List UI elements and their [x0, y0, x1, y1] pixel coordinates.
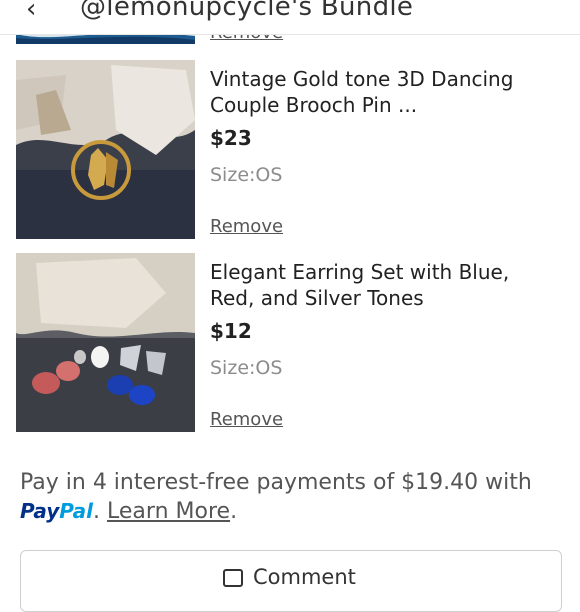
paypal-logo: PayPal	[20, 499, 94, 523]
learn-more-link[interactable]: Learn More	[107, 499, 230, 524]
paypal-installments: Pay in 4 interest-free payments of $19.4…	[20, 468, 560, 526]
comment-button[interactable]: Comment	[20, 550, 562, 612]
item-thumbnail[interactable]	[16, 60, 195, 239]
comment-icon	[223, 569, 243, 587]
page-title: @lemonupcycle's Bundle	[80, 0, 414, 22]
period-text: .	[230, 499, 238, 524]
item-title[interactable]: Vintage Gold tone 3D Dancing Couple Broo…	[210, 66, 550, 118]
item-price: $12	[210, 319, 252, 343]
item-price: $23	[210, 126, 252, 150]
top-bar: ‹ @lemonupcycle's Bundle	[0, 0, 580, 35]
comment-label: Comment	[253, 565, 356, 589]
item-size: Size:OS	[210, 357, 283, 379]
item-thumbnail[interactable]	[16, 253, 195, 432]
remove-link[interactable]: Remove	[210, 216, 283, 237]
remove-link[interactable]: Remove	[210, 409, 283, 430]
separator-text: .	[93, 499, 108, 524]
item-size: Size:OS	[210, 164, 283, 186]
chevron-left-icon[interactable]: ‹	[26, 0, 36, 24]
installments-text: Pay in 4 interest-free payments of $19.4…	[20, 470, 532, 495]
item-title[interactable]: Elegant Earring Set with Blue, Red, and …	[210, 259, 550, 311]
